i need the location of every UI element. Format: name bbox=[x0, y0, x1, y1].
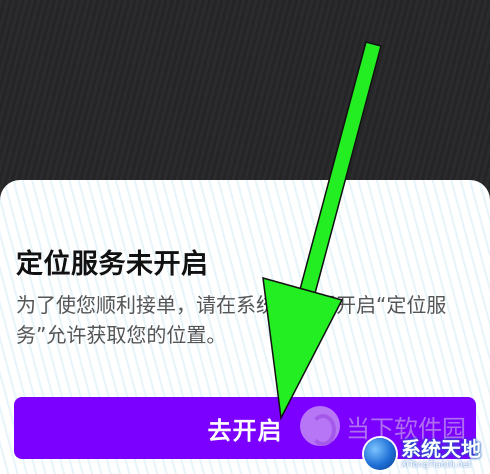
dialog-title: 定位服务未开启 bbox=[16, 249, 209, 280]
dialog-description: 为了使您顺利接单，请在系统中设置开启“定位服务”允许获取您的位置。 bbox=[16, 293, 447, 347]
xitongtiandi-watermark-url: XiTongTianDi.net bbox=[401, 460, 472, 469]
xitongtiandi-watermark-text: 系统天地 bbox=[401, 437, 481, 461]
globe-logo-icon bbox=[364, 438, 396, 470]
xitongtiandi-watermark: 系统天地 XiTongTianDi.net bbox=[364, 434, 488, 474]
downxia-logo-icon bbox=[300, 406, 340, 446]
dimmed-backdrop[interactable] bbox=[0, 0, 490, 190]
